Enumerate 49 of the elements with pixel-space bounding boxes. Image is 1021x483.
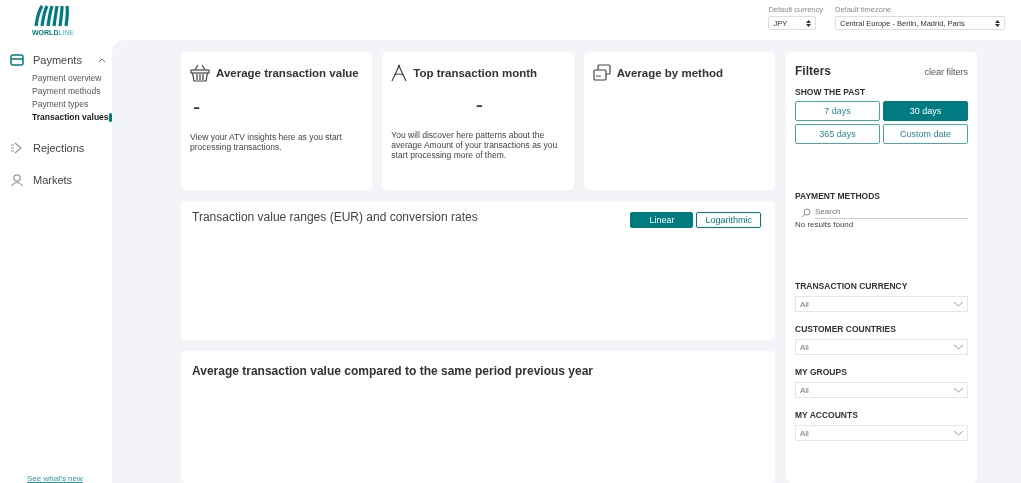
section-label: MY GROUPS bbox=[795, 367, 848, 377]
card-description: You will discover here patterns about the average Amount of your transactions as you start processing more of them. bbox=[391, 130, 559, 161]
chevron-icon bbox=[953, 344, 964, 350]
dropdown[interactable]: All bbox=[795, 425, 968, 441]
kpi-value: - bbox=[474, 92, 485, 119]
compass-icon bbox=[391, 64, 408, 82]
filters-title: Filters bbox=[795, 64, 831, 78]
card-title: Average transaction value bbox=[216, 67, 359, 79]
card-title: Top transaction month bbox=[413, 67, 538, 79]
nav-subitem[interactable]: Payment overview bbox=[0, 72, 112, 84]
nav-subitem[interactable]: Transaction values bbox=[0, 111, 112, 123]
card-title: Average by method bbox=[616, 67, 723, 79]
section-label: MY ACCOUNTS bbox=[795, 410, 859, 420]
dropdown[interactable]: All bbox=[795, 339, 968, 355]
scale-toggle[interactable]: Linear bbox=[630, 212, 694, 228]
section-label: SHOW THE PAST bbox=[795, 87, 867, 97]
period-button[interactable]: 365 days bbox=[795, 124, 880, 144]
cards-icon bbox=[592, 64, 611, 82]
empty-message: No results found bbox=[795, 220, 855, 229]
clear-filters-link[interactable]: clear filters bbox=[924, 67, 968, 77]
period-button[interactable]: 7 days bbox=[795, 101, 880, 121]
nav-subitem[interactable]: Payment methods bbox=[0, 85, 112, 97]
chart-title: Transaction value ranges (EUR) and conversion rates bbox=[192, 210, 478, 224]
section-label: CUSTOMER COUNTRIES bbox=[795, 324, 897, 334]
nav-subitem[interactable]: Payment types bbox=[0, 98, 112, 110]
basket-icon bbox=[190, 64, 210, 82]
nav-item[interactable]: Rejections bbox=[0, 141, 85, 155]
period-button[interactable]: 30 days bbox=[883, 101, 968, 121]
whats-new-link[interactable]: See what's new bbox=[27, 474, 83, 483]
period-button[interactable]: Custom date bbox=[883, 124, 968, 144]
section-label: PAYMENT METHODS bbox=[795, 191, 881, 201]
search-field[interactable]: Search bbox=[815, 207, 968, 219]
chart-title: Average transaction value compared to the same period previous year bbox=[192, 364, 595, 378]
person-icon bbox=[10, 173, 24, 187]
nav-item[interactable]: Payments bbox=[0, 54, 106, 66]
sort-icon bbox=[806, 19, 812, 27]
card-icon bbox=[10, 54, 24, 66]
section-label: TRANSACTION CURRENCY bbox=[795, 281, 909, 291]
chevron-icon bbox=[953, 387, 964, 393]
kpi-value: - bbox=[193, 94, 202, 121]
nav-item[interactable]: Markets bbox=[0, 173, 73, 187]
chevron-icon bbox=[953, 301, 964, 307]
card-description: View your ATV insights here as you start processing transactions. bbox=[190, 132, 343, 153]
scale-toggle[interactable]: Logarithmic bbox=[696, 212, 761, 228]
dropdown[interactable]: All bbox=[795, 382, 968, 398]
dropdown[interactable]: All bbox=[795, 296, 968, 312]
chevron-icon bbox=[953, 430, 964, 436]
sort-icon bbox=[995, 19, 1000, 27]
search-icon bbox=[801, 208, 811, 218]
